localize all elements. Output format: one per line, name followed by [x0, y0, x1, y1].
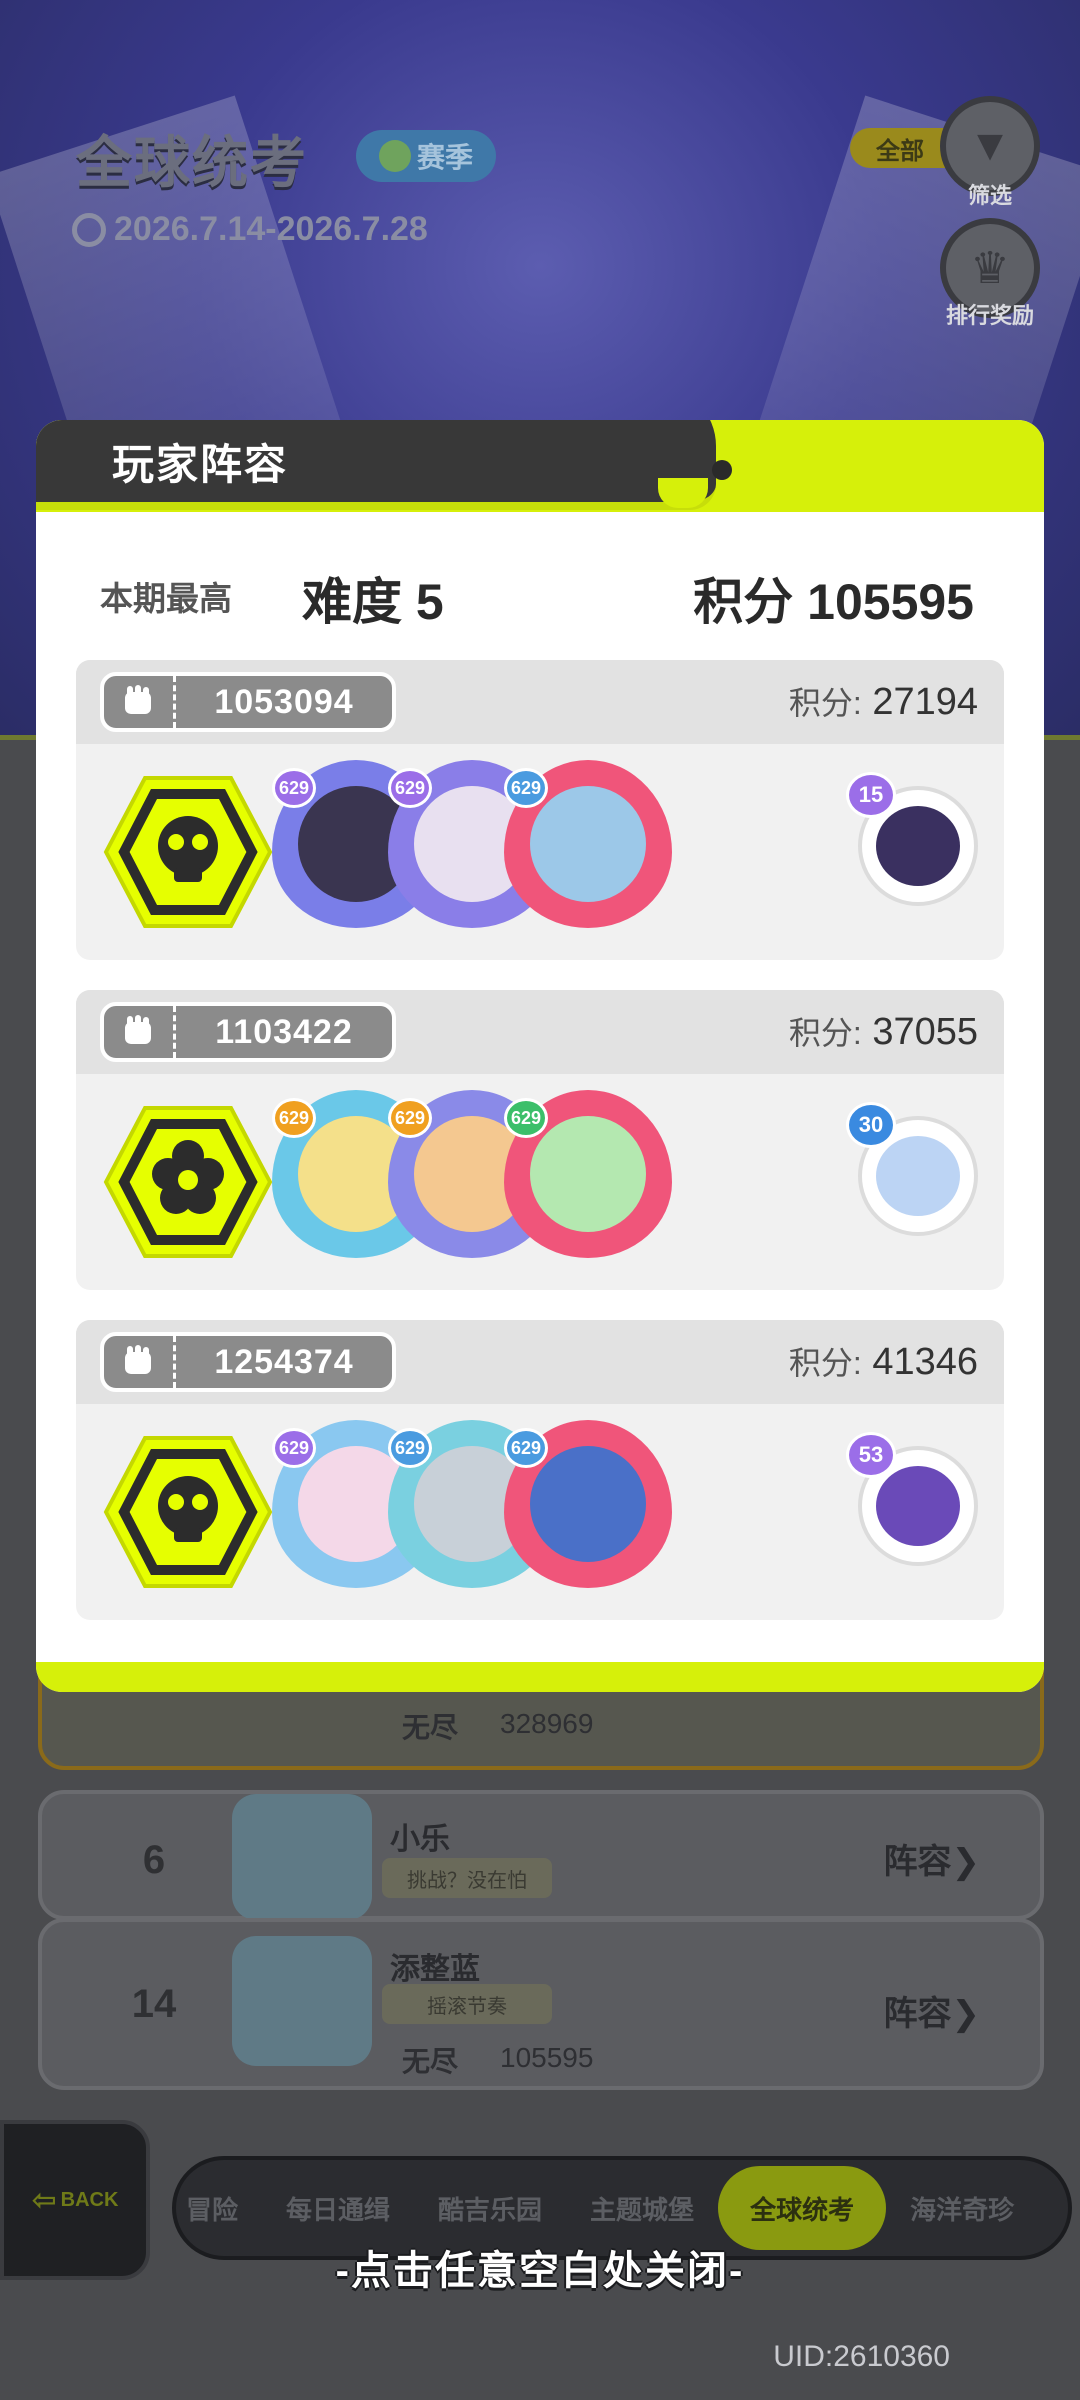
lineup-button[interactable]: 阵容❯: [884, 1834, 981, 1883]
pet-portrait: [876, 1136, 960, 1216]
decoration: [658, 478, 708, 508]
back-label: BACK: [60, 2188, 119, 2211]
leaderboard-row[interactable]: 14 添整蓝 摇滚节奏 无尽 105595 阵容❯: [38, 1918, 1044, 2090]
character-level: 629: [272, 768, 316, 808]
score-label: 积分:: [788, 1345, 862, 1381]
score-value: 27194: [872, 681, 978, 723]
team-id-badge: 1254374: [100, 1332, 396, 1392]
modal-footer: [36, 1662, 1044, 1692]
mode-label: 无尽: [402, 2046, 459, 2077]
pet-card[interactable]: 53: [846, 1432, 986, 1572]
character-level: 629: [504, 768, 548, 808]
mode-label: 无尽: [402, 1712, 459, 1743]
user-id: UID:2610360: [773, 2340, 950, 2373]
skull-icon: [103, 1436, 273, 1588]
filter-pill[interactable]: 全部: [850, 128, 950, 168]
score-value: 328969: [500, 1708, 594, 1739]
team-id: 1103422: [215, 1012, 353, 1051]
leaderboard-row[interactable]: 6 小乐 挑战？没在怕 阵容❯: [38, 1790, 1044, 1920]
pet-card[interactable]: 30: [846, 1102, 986, 1242]
season-badge: 赛季: [356, 130, 496, 182]
modal-title: 玩家阵容: [112, 440, 289, 488]
clock-icon: [72, 212, 106, 247]
pet-portrait: [876, 806, 960, 886]
avatar: [232, 1936, 372, 2066]
pet-card[interactable]: 15: [846, 772, 986, 912]
fist-icon: [104, 1336, 176, 1388]
tab-theme-castle[interactable]: 主题城堡: [566, 2190, 718, 2227]
pet-level: 15: [846, 772, 896, 818]
total-score: 积分 105595: [693, 574, 974, 630]
modal-header: 玩家阵容: [36, 420, 1044, 512]
score-value: 105595: [500, 2042, 594, 2073]
fist-icon: [104, 1006, 176, 1058]
team-score: 积分: 37055: [789, 1008, 978, 1054]
character-card[interactable]: 629: [504, 1090, 672, 1258]
chevron-right-icon: ❯: [951, 1843, 981, 1881]
flower-icon: [103, 1106, 273, 1258]
score-value: 37055: [872, 1011, 978, 1053]
rank-number: 14: [114, 1964, 194, 2044]
player-name: 小乐: [390, 1823, 450, 1856]
score-value: 41346: [872, 1341, 978, 1383]
rank-number: 6: [114, 1820, 194, 1900]
score-label: 积分:: [788, 1015, 862, 1051]
team-card: 1053094 积分: 27194 629 629 629 15: [76, 660, 1004, 960]
team-score: 积分: 27194: [789, 678, 978, 724]
lineup-button[interactable]: 阵容❯: [884, 1986, 981, 2035]
chevron-right-icon: ❯: [951, 1995, 981, 2033]
tab-daily-wanted[interactable]: 每日通缉: [262, 2190, 414, 2227]
difficulty-value: 难度 5: [302, 574, 444, 630]
character-portrait: [530, 1116, 646, 1232]
character-card[interactable]: 629: [504, 1420, 672, 1588]
team-id-badge: 1103422: [100, 1002, 396, 1062]
reward-label: 排行奖励: [945, 303, 1034, 328]
pet-level: 53: [846, 1432, 896, 1478]
page-title: 全球统考: [76, 131, 308, 194]
date-range-text: 2026.7.14-2026.7.28: [114, 210, 428, 248]
back-arrow-icon: ⇦: [31, 2183, 57, 2217]
character-portrait: [530, 1446, 646, 1562]
character-level: 629: [388, 1098, 432, 1138]
score-label: 积分:: [788, 685, 862, 721]
team-card: 1103422 积分: 37055 629 629 629 30: [76, 990, 1004, 1290]
character-level: 629: [272, 1098, 316, 1138]
tab-kuji-park[interactable]: 酷吉乐园: [414, 2190, 566, 2227]
team-id-badge: 1053094: [100, 672, 396, 732]
pet-level: 30: [846, 1102, 896, 1148]
team-id: 1053094: [214, 682, 354, 721]
character-level: 629: [504, 1098, 548, 1138]
title-tag: 挑战？没在怕: [382, 1858, 552, 1898]
decoration: [712, 460, 732, 480]
best-record: 本期最高 难度 5 积分 105595: [36, 540, 1044, 640]
season-label: 赛季: [416, 142, 473, 173]
trophy-icon: ♛: [970, 243, 1010, 293]
filter-label: 筛选: [967, 183, 1012, 208]
close-hint: -点击任意空白处关闭-: [335, 2249, 745, 2293]
best-label: 本期最高: [100, 580, 232, 617]
avatar: [232, 1794, 372, 1920]
globe-icon: [378, 140, 411, 172]
tab-ocean-treasure[interactable]: 海洋奇珍: [886, 2190, 1038, 2227]
team-id: 1254374: [214, 1342, 354, 1381]
character-level: 629: [388, 1428, 432, 1468]
character-level: 629: [504, 1428, 548, 1468]
tab-adventure[interactable]: 冒险: [176, 2190, 262, 2227]
lineup-label: 阵容: [883, 1843, 952, 1881]
player-lineup-modal: 玩家阵容 本期最高 难度 5 积分 105595 1053094 积分: 2719…: [36, 420, 1044, 1692]
character-card[interactable]: 629: [504, 760, 672, 928]
character-level: 629: [272, 1428, 316, 1468]
date-range: 2026.7.14-2026.7.28: [72, 210, 428, 249]
character-level: 629: [388, 768, 432, 808]
skull-icon: [103, 776, 273, 928]
funnel-icon: ▼: [968, 121, 1012, 170]
team-card: 1254374 积分: 41346 629 629 629 53: [76, 1320, 1004, 1620]
player-name: 添整蓝: [390, 1953, 480, 1986]
fist-icon: [104, 676, 176, 728]
pet-portrait: [876, 1466, 960, 1546]
lineup-label: 阵容: [883, 1995, 952, 2033]
character-portrait: [530, 786, 646, 902]
team-score: 积分: 41346: [789, 1338, 978, 1384]
title-tag: 摇滚节奏: [382, 1984, 552, 2024]
